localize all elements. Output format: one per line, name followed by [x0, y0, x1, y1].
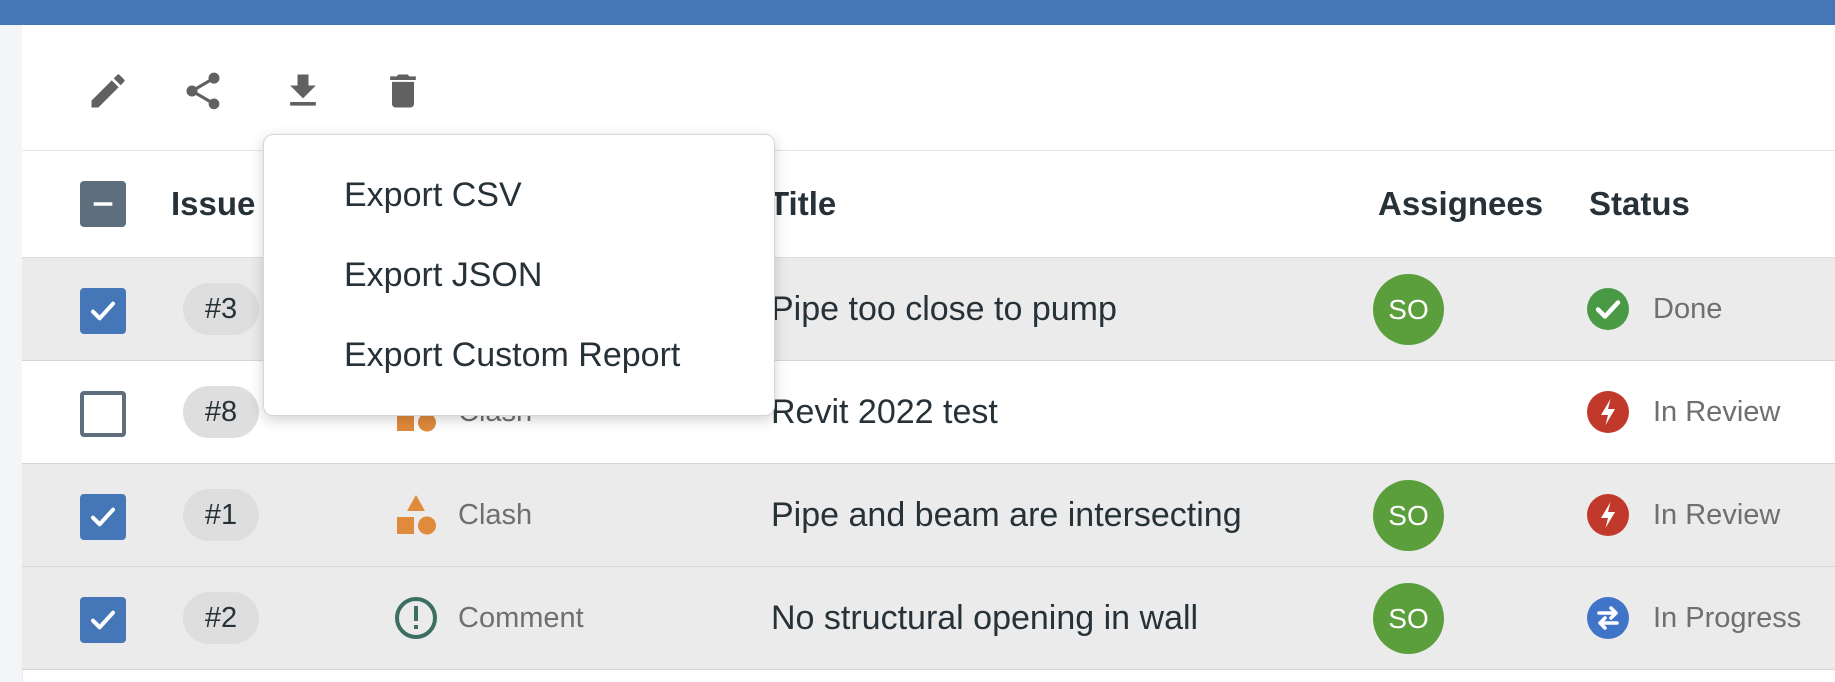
download-icon — [290, 74, 316, 106]
table-row[interactable]: #2 Comment No structural opening in wall SO… — [22, 567, 1835, 670]
column-header-title[interactable]: Title — [769, 151, 836, 257]
export-csv-menu-item[interactable]: Export CSV — [344, 167, 522, 223]
minus-icon — [93, 202, 113, 206]
assignee-avatar[interactable]: SO — [1373, 274, 1444, 345]
row-checkbox[interactable] — [80, 391, 126, 437]
issue-number-badge: #1 — [183, 489, 259, 541]
row-checkbox[interactable] — [80, 597, 126, 643]
share-button[interactable] — [179, 67, 227, 115]
issue-title[interactable]: Pipe too close to pump — [771, 258, 1117, 360]
delete-button[interactable] — [379, 67, 427, 115]
export-menu: Export CSV Export JSON Export Custom Rep… — [263, 134, 775, 416]
checkmark-icon — [91, 507, 115, 527]
status-label: In Review — [1653, 498, 1781, 531]
status-label: In Progress — [1653, 601, 1802, 634]
swap-circle-icon — [1587, 597, 1629, 639]
issue-number-badge: #3 — [183, 283, 259, 335]
issue-type-label: Comment — [458, 601, 584, 634]
issue-title[interactable]: Revit 2022 test — [771, 361, 998, 463]
column-header-assignees[interactable]: Assignees — [1378, 151, 1543, 257]
comment-alert-icon — [392, 594, 440, 642]
column-header-issue[interactable]: Issue — [171, 151, 255, 257]
select-all-checkbox[interactable] — [80, 181, 126, 227]
status-label: Done — [1653, 292, 1723, 325]
check-circle-icon — [1587, 288, 1629, 330]
bolt-circle-icon — [1587, 391, 1629, 433]
trash-icon — [390, 74, 416, 108]
table-toolbar — [22, 25, 1835, 151]
column-header-status[interactable]: Status — [1589, 151, 1690, 257]
row-checkbox[interactable] — [80, 288, 126, 334]
assignee-avatar[interactable]: SO — [1373, 583, 1444, 654]
table-row[interactable]: #1 Clash Pipe and beam are intersecting SO I… — [22, 464, 1835, 567]
checkmark-icon — [91, 610, 115, 630]
export-json-menu-item[interactable]: Export JSON — [344, 247, 542, 303]
pencil-icon — [91, 74, 125, 108]
issue-number-badge: #2 — [183, 592, 259, 644]
issue-type-label: Clash — [458, 498, 533, 531]
status-label: In Review — [1653, 395, 1781, 428]
left-panel-edge — [0, 25, 23, 682]
checkmark-icon — [91, 301, 115, 321]
issue-title[interactable]: Pipe and beam are intersecting — [771, 464, 1242, 566]
top-app-bar — [0, 0, 1835, 25]
export-custom-report-menu-item[interactable]: Export Custom Report — [344, 327, 680, 383]
clash-shapes-icon — [392, 491, 440, 539]
assignee-avatar[interactable]: SO — [1373, 480, 1444, 551]
issue-title[interactable]: No structural opening in wall — [771, 567, 1198, 669]
download-button[interactable] — [279, 67, 327, 115]
bolt-circle-icon — [1587, 494, 1629, 536]
share-icon — [186, 72, 220, 110]
edit-button[interactable] — [84, 67, 132, 115]
issue-number-badge: #8 — [183, 386, 259, 438]
row-checkbox[interactable] — [80, 494, 126, 540]
